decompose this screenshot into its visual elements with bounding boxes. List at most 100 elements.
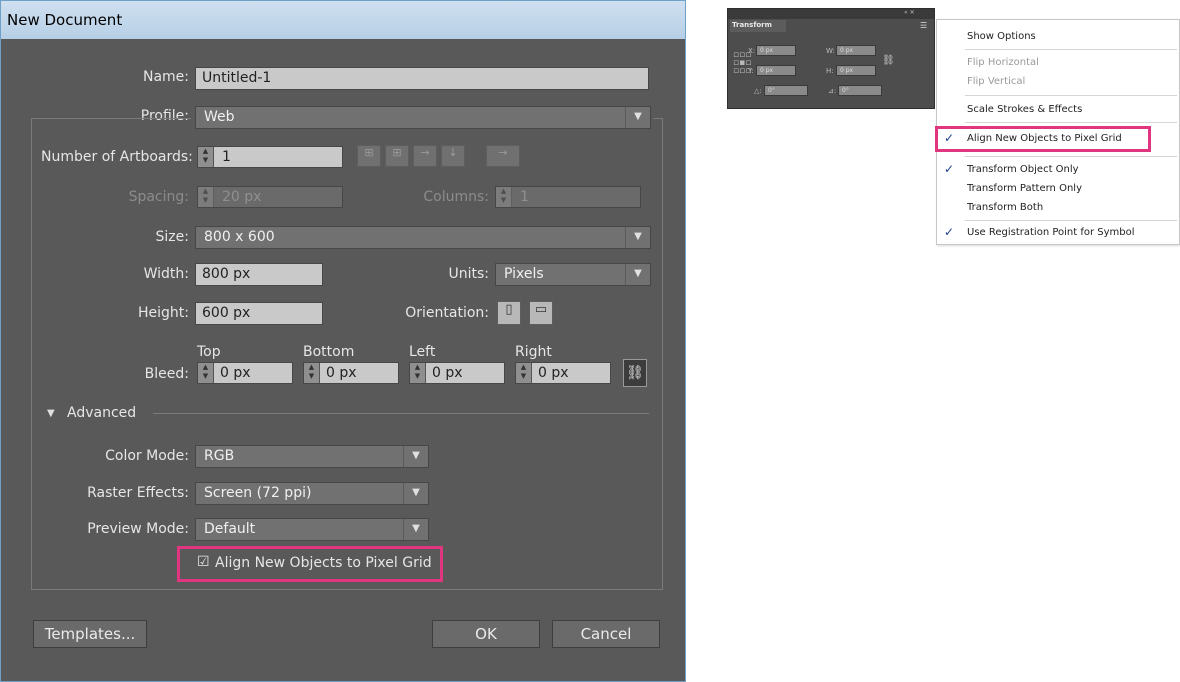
color-mode-dropdown[interactable]: RGB ▼ [195,445,429,468]
w-input[interactable]: 0 px [836,45,876,56]
columns-label: Columns: [423,189,489,205]
x-input[interactable]: 0 px [756,45,796,56]
cancel-button[interactable]: Cancel [552,620,660,648]
height-input[interactable]: 600 px [195,302,323,325]
transform-panel: « ✕ Transform ☰ ▫▫▫ ▫▪▫ ▫▫▫ X: 0 px Y: 0 p… [727,8,935,109]
h-label: H: [826,67,834,75]
bleed-bottom-value: 0 px [326,365,357,381]
raster-effects-value: Screen (72 ppi) [204,485,312,501]
bleed-top-stepper[interactable]: ▲ ▼ [198,363,214,383]
columns-value: 1 [520,189,529,205]
size-label: Size: [155,229,189,245]
menu-separator [965,122,1177,123]
rotate-input[interactable]: 0° [764,85,808,96]
artboards-label: Number of Artboards: [41,149,193,165]
bleed-bottom-label: Bottom [303,344,355,360]
templates-button[interactable]: Templates... [33,620,147,648]
columns-input[interactable]: 1 [495,186,641,208]
raster-effects-dropdown[interactable]: Screen (72 ppi) ▼ [195,482,429,505]
artboards-stepper[interactable]: ▲ ▼ [198,147,214,167]
chevron-down-icon: ▼ [403,446,428,467]
pixel-grid-checkbox[interactable]: ☑ [197,554,210,570]
link-bleed-icon[interactable]: ⛓ [623,359,647,387]
spacing-input[interactable]: 20 px [197,186,343,208]
tab-transform-label: Transform [732,21,772,29]
spacing-stepper[interactable]: ▲ ▼ [198,187,214,207]
artboards-input[interactable]: 1 [197,146,343,168]
chevron-down-icon: ▼ [625,264,650,285]
menu-separator [965,220,1177,221]
preview-mode-dropdown[interactable]: Default ▼ [195,518,429,541]
preview-mode-value: Default [204,521,256,537]
landscape-orientation-icon[interactable]: ▭ [529,301,553,325]
disclosure-triangle-icon[interactable]: ▼ [47,408,55,419]
shear-input[interactable]: 0° [838,85,882,96]
height-label: Height: [138,305,189,321]
bleed-right-label: Right [515,344,552,360]
panel-menu-icon[interactable]: ☰ [920,21,927,30]
menu-item-registration-point[interactable]: Use Registration Point for Symbol [967,227,1135,238]
portrait-orientation-icon[interactable]: ▯ [497,301,521,325]
color-mode-label: Color Mode: [105,448,189,464]
bleed-right-stepper[interactable]: ▲ ▼ [516,363,532,383]
check-icon: ✓ [944,162,955,176]
size-dropdown[interactable]: 800 x 600 ▼ [195,226,651,249]
h-input[interactable]: 0 px [836,65,876,76]
ok-button[interactable]: OK [432,620,540,648]
bleed-left-value: 0 px [432,365,463,381]
bleed-right-value: 0 px [538,365,569,381]
x-label: X: [748,47,756,55]
menu-separator [965,156,1177,157]
menu-item-scale-strokes[interactable]: Scale Strokes & Effects [967,104,1082,115]
bleed-top-label: Top [197,344,221,360]
menu-item-flip-horizontal[interactable]: Flip Horizontal [967,57,1039,68]
new-document-dialog: New Document Name: Untitled-1 Profile: W… [0,0,686,682]
arrange-by-column-icon[interactable]: ↓ [441,145,465,167]
width-label: Width: [143,266,189,282]
y-label: Y: [748,67,754,75]
menu-item-transform-pattern-only[interactable]: Transform Pattern Only [967,183,1082,194]
transform-flyout-menu: Show Options Flip Horizontal Flip Vertic… [935,19,1180,245]
bleed-bottom-stepper[interactable]: ▲ ▼ [304,363,320,383]
check-icon: ✓ [944,131,955,145]
units-label: Units: [448,266,489,282]
group-border-left [31,118,191,119]
size-value: 800 x 600 [204,229,275,245]
tab-transform[interactable]: Transform [730,20,786,32]
dialog-title: New Document [1,1,685,39]
layout-direction-icon[interactable]: → [486,145,520,167]
bleed-left-label: Left [409,344,436,360]
name-label: Name: [142,69,189,85]
name-input[interactable]: Untitled-1 [195,67,649,90]
artboards-value: 1 [222,149,231,165]
width-input[interactable]: 800 px [195,263,323,286]
collapse-close-icon[interactable]: « ✕ [904,9,915,16]
advanced-divider [153,413,649,414]
columns-stepper[interactable]: ▲ ▼ [496,187,512,207]
units-dropdown[interactable]: Pixels ▼ [495,263,651,286]
bleed-left-stepper[interactable]: ▲ ▼ [410,363,426,383]
shear-label: ⊿: [828,87,837,95]
menu-item-align-pixel-grid[interactable]: Align New Objects to Pixel Grid [967,133,1122,144]
menu-item-flip-vertical[interactable]: Flip Vertical [967,76,1025,87]
bleed-top-value: 0 px [220,365,251,381]
rotate-label: △: [754,87,762,95]
bleed-label: Bleed: [144,366,189,382]
spacing-value: 20 px [222,189,262,205]
menu-separator [965,49,1177,50]
chevron-down-icon: ▼ [625,227,650,248]
grid-by-row-icon[interactable]: ⊞ [357,145,381,167]
menu-item-show-options[interactable]: Show Options [967,31,1036,42]
menu-item-transform-both[interactable]: Transform Both [967,202,1043,213]
constrain-proportions-icon[interactable]: ⛓ [882,55,895,66]
group-border-right [653,118,663,119]
arrange-by-row-icon[interactable]: → [413,145,437,167]
menu-item-transform-object-only[interactable]: Transform Object Only [967,164,1079,175]
advanced-label[interactable]: Advanced [67,405,136,421]
pixel-grid-label[interactable]: Align New Objects to Pixel Grid [215,555,432,571]
chevron-down-icon: ▼ [403,483,428,504]
menu-separator [965,95,1177,96]
units-value: Pixels [504,266,544,282]
grid-by-column-icon[interactable]: ⊞ [385,145,409,167]
y-input[interactable]: 0 px [756,65,796,76]
